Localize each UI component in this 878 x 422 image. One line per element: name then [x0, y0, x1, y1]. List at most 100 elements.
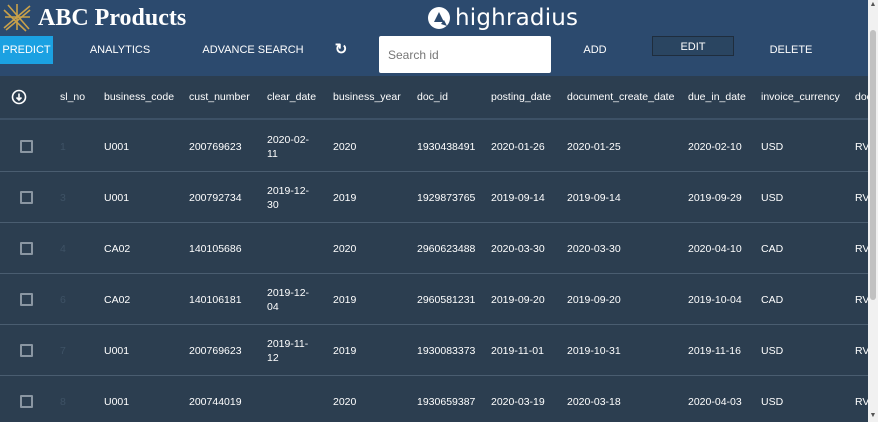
column-header-clear-date[interactable]: clear_date: [267, 76, 316, 118]
scrollbar-thumb[interactable]: [870, 30, 876, 300]
cell-sl-no: 6: [60, 293, 66, 306]
cell-sl-no: 4: [60, 242, 66, 255]
cell-business-year: 2020: [333, 242, 357, 255]
table-row[interactable]: 7 U001 200769623 2019-11-12 2019 1930083…: [0, 326, 868, 376]
cell-doc: RV: [855, 191, 868, 204]
select-all-icon[interactable]: [11, 89, 27, 105]
table-row[interactable]: 3 U001 200792734 2019-12-30 2019 1929873…: [0, 173, 868, 223]
row-checkbox-cell: [20, 224, 33, 273]
column-header-posting-date[interactable]: posting_date: [491, 76, 551, 118]
cell-posting-date: 2019-09-20: [491, 293, 545, 306]
cell-doc-id: 2960623488: [417, 242, 476, 255]
cell-business-year: 2019: [333, 293, 357, 306]
scroll-down-arrow-icon[interactable]: ▼: [869, 412, 877, 420]
cell-clear-date: 2019-11-12: [267, 337, 309, 364]
cell-cust-number: 140106181: [189, 293, 242, 306]
column-header-sl-no[interactable]: sl_no: [60, 76, 85, 118]
cell-posting-date: 2019-11-01: [491, 344, 544, 357]
cell-invoice-currency: USD: [761, 140, 784, 153]
row-checkbox[interactable]: [20, 344, 33, 357]
cell-doc: RV: [855, 344, 868, 357]
cell-business-code: U001: [104, 344, 130, 357]
brand-title: ABC Products: [38, 5, 187, 31]
cell-document-create-date: 2020-03-30: [567, 242, 621, 255]
invoice-table: sl_no business_code cust_number clear_da…: [0, 76, 868, 422]
app-header: ABC Products highradius: [0, 0, 868, 36]
column-header-document-create-date[interactable]: document_create_date: [567, 76, 674, 118]
row-checkbox[interactable]: [20, 191, 33, 204]
cell-cust-number: 200769623: [189, 344, 242, 357]
row-checkbox-cell: [20, 326, 33, 375]
cell-cust-number: 200744019: [189, 395, 242, 408]
advance-search-button[interactable]: ADVANCE SEARCH: [194, 36, 312, 64]
cell-document-create-date: 2019-09-14: [567, 191, 621, 204]
cell-due-in-date: 2020-04-10: [688, 242, 742, 255]
column-header-cust-number[interactable]: cust_number: [189, 76, 250, 118]
analytics-button[interactable]: ANALYTICS: [76, 36, 164, 64]
column-header-business-year[interactable]: business_year: [333, 76, 401, 118]
cell-invoice-currency: USD: [761, 191, 784, 204]
toolbar: PREDICT ANALYTICS ADVANCE SEARCH ↻ ADD E…: [0, 36, 868, 76]
cell-doc: RV: [855, 242, 868, 255]
cell-clear-date: 2019-12-30: [267, 184, 310, 211]
cell-posting-date: 2020-01-26: [491, 140, 545, 153]
table-row[interactable]: 8 U001 200744019 2020 1930659387 2020-03…: [0, 377, 868, 422]
cell-cust-number: 200769623: [189, 140, 242, 153]
cell-doc: RV: [855, 395, 868, 408]
cell-document-create-date: 2020-01-25: [567, 140, 621, 153]
cell-doc-id: 2960581231: [417, 293, 476, 306]
cell-clear-date: 2019-12-04: [267, 286, 310, 313]
table-row[interactable]: 6 CA02 140106181 2019-12-04 2019 2960581…: [0, 275, 868, 325]
cell-invoice-currency: CAD: [761, 242, 784, 255]
row-checkbox-cell: [20, 275, 33, 324]
column-header-doc-id[interactable]: doc_id: [417, 76, 448, 118]
brand-logo-icon: [3, 4, 31, 32]
cell-posting-date: 2020-03-19: [491, 395, 545, 408]
row-checkbox[interactable]: [20, 140, 33, 153]
cell-business-code: U001: [104, 395, 130, 408]
cell-doc: RV: [855, 293, 868, 306]
column-header-business-code[interactable]: business_code: [104, 76, 174, 118]
column-header-invoice-currency[interactable]: invoice_currency: [761, 76, 840, 118]
cell-business-code: CA02: [104, 293, 131, 306]
predict-button[interactable]: PREDICT: [0, 36, 53, 64]
cell-invoice-currency: USD: [761, 395, 784, 408]
vertical-scrollbar[interactable]: ▲ ▼: [868, 0, 878, 422]
cell-sl-no: 8: [60, 395, 66, 408]
cell-invoice-currency: CAD: [761, 293, 784, 306]
delete-button[interactable]: DELETE: [748, 36, 834, 64]
cell-posting-date: 2020-03-30: [491, 242, 545, 255]
cell-business-year: 2020: [333, 140, 357, 153]
cell-invoice-currency: USD: [761, 344, 784, 357]
cell-clear-date: [267, 224, 319, 273]
row-checkbox[interactable]: [20, 242, 33, 255]
cell-business-code: U001: [104, 140, 130, 153]
cell-sl-no: 7: [60, 344, 66, 357]
cell-sl-no: 1: [60, 140, 66, 153]
edit-button[interactable]: EDIT: [652, 36, 734, 56]
highradius-logo-text: highradius: [455, 5, 579, 31]
column-header-due-in-date[interactable]: due_in_date: [688, 76, 746, 118]
row-checkbox[interactable]: [20, 395, 33, 408]
table-row[interactable]: 1 U001 200769623 2020-02-11 2020 1930438…: [0, 122, 868, 172]
cell-doc-id: 1929873765: [417, 191, 476, 204]
cell-business-year: 2020: [333, 395, 357, 408]
cell-cust-number: 140105686: [189, 242, 242, 255]
column-header-doc[interactable]: doc: [855, 76, 868, 118]
cell-due-in-date: 2020-02-10: [688, 140, 742, 153]
cell-due-in-date: 2020-04-03: [688, 395, 742, 408]
refresh-icon[interactable]: ↻: [328, 36, 354, 64]
cell-doc-id: 1930659387: [417, 395, 476, 408]
search-input[interactable]: [379, 36, 551, 73]
cell-business-year: 2019: [333, 191, 357, 204]
add-button[interactable]: ADD: [552, 36, 638, 64]
cell-due-in-date: 2019-09-29: [688, 191, 742, 204]
cell-clear-date: [267, 377, 319, 422]
cell-due-in-date: 2019-10-04: [688, 293, 742, 306]
cell-sl-no: 3: [60, 191, 66, 204]
cell-cust-number: 200792734: [189, 191, 242, 204]
cell-doc-id: 1930083373: [417, 344, 476, 357]
scroll-up-arrow-icon[interactable]: ▲: [869, 1, 877, 9]
row-checkbox[interactable]: [20, 293, 33, 306]
table-row[interactable]: 4 CA02 140105686 2020 2960623488 2020-03…: [0, 224, 868, 274]
